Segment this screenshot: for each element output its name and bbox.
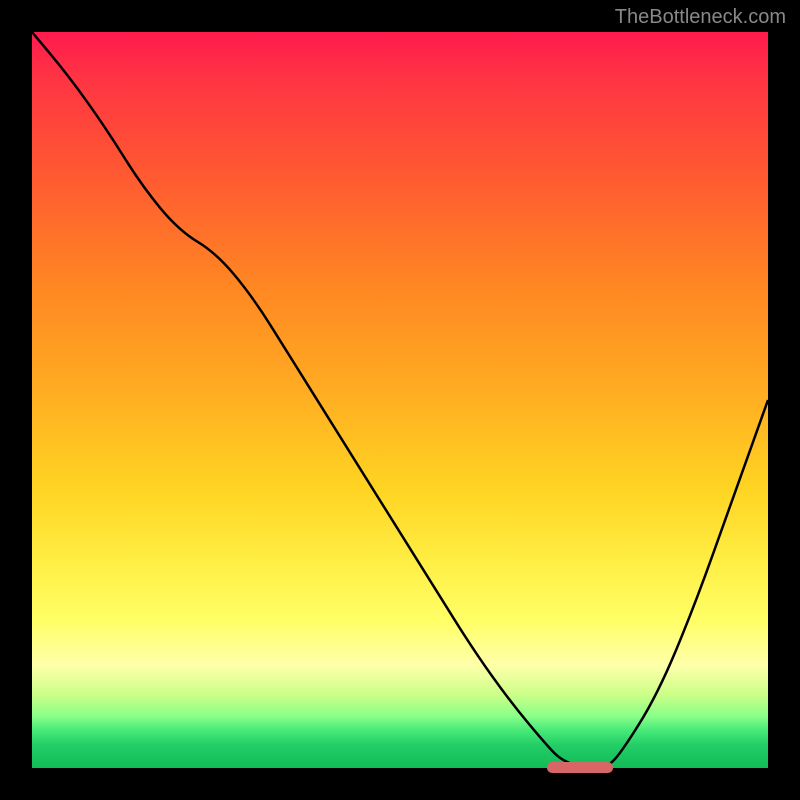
bottleneck-curve [32, 32, 768, 768]
plot-area [32, 32, 768, 768]
watermark-text: TheBottleneck.com [615, 6, 786, 29]
chart-container: TheBottleneck.com [0, 0, 800, 800]
curve-svg [32, 32, 768, 768]
optimal-range-marker [547, 762, 613, 773]
